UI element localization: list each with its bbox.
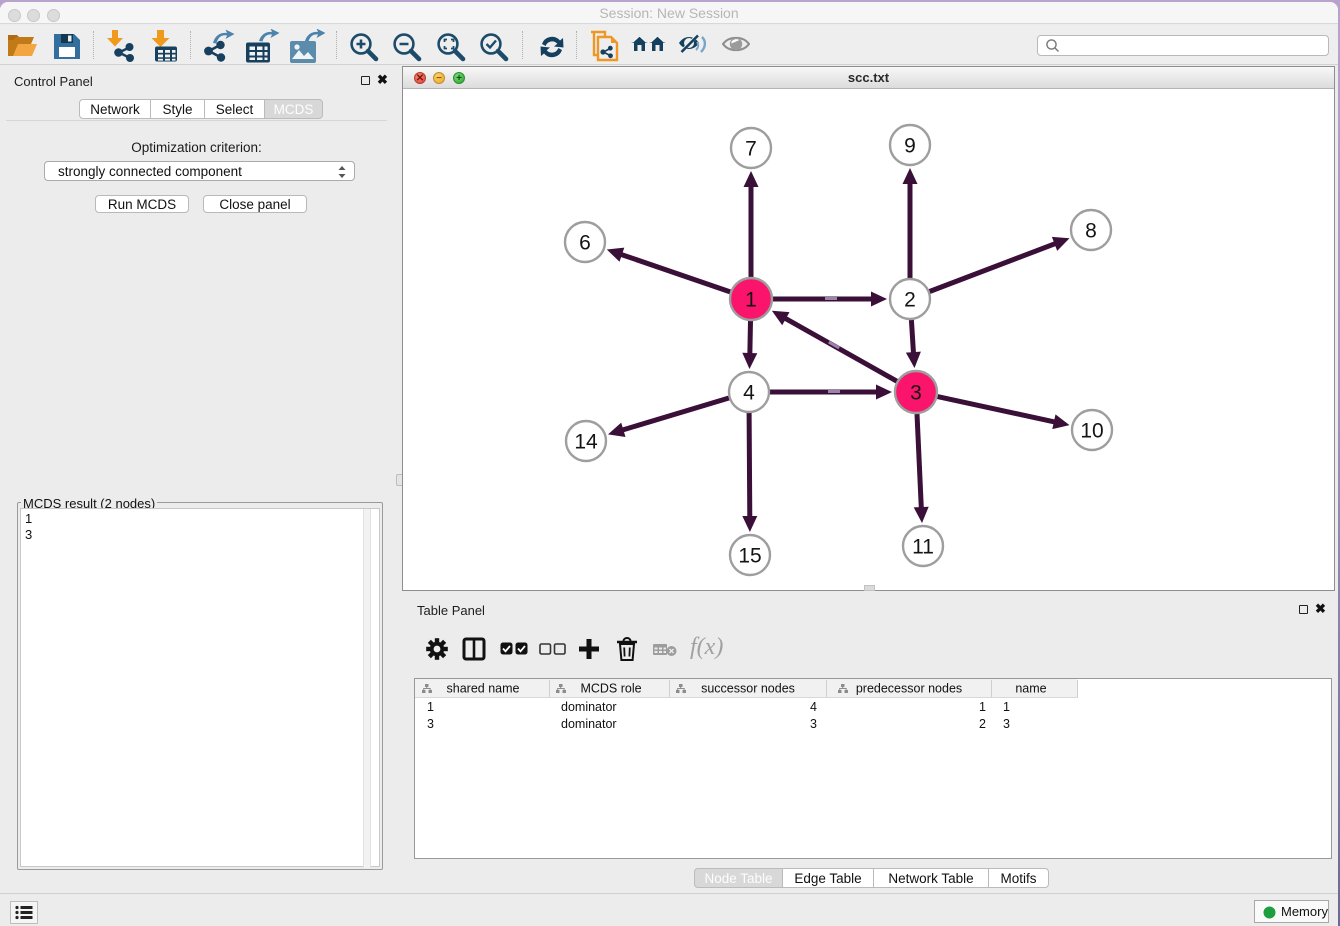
svg-text:14: 14: [574, 431, 598, 454]
svg-text:4: 4: [810, 700, 817, 714]
svg-text:successor nodes: successor nodes: [701, 682, 795, 696]
svg-text:2: 2: [904, 289, 916, 312]
svg-text:1: 1: [427, 700, 434, 714]
svg-text:MCDS role: MCDS role: [580, 682, 641, 696]
svg-text:1: 1: [745, 289, 757, 312]
svg-text:11: 11: [912, 536, 934, 559]
svg-text:name: name: [1015, 682, 1046, 696]
svg-text:8: 8: [1085, 220, 1097, 243]
svg-text:1: 1: [979, 700, 986, 714]
svg-text:9: 9: [904, 135, 916, 158]
svg-text:15: 15: [738, 545, 761, 568]
svg-text:dominator: dominator: [561, 717, 617, 731]
svg-text:1: 1: [1003, 700, 1010, 714]
svg-text:3: 3: [1003, 717, 1010, 731]
svg-text:3: 3: [810, 717, 817, 731]
svg-text:10: 10: [1080, 420, 1103, 443]
svg-text:2: 2: [979, 717, 986, 731]
svg-text:3: 3: [910, 382, 922, 405]
svg-text:4: 4: [743, 382, 755, 405]
svg-text:predecessor nodes: predecessor nodes: [856, 682, 962, 696]
svg-text:6: 6: [579, 232, 591, 255]
svg-text:7: 7: [745, 138, 757, 161]
svg-text:3: 3: [427, 717, 434, 731]
svg-text:shared name: shared name: [447, 682, 520, 696]
svg-text:dominator: dominator: [561, 700, 617, 714]
